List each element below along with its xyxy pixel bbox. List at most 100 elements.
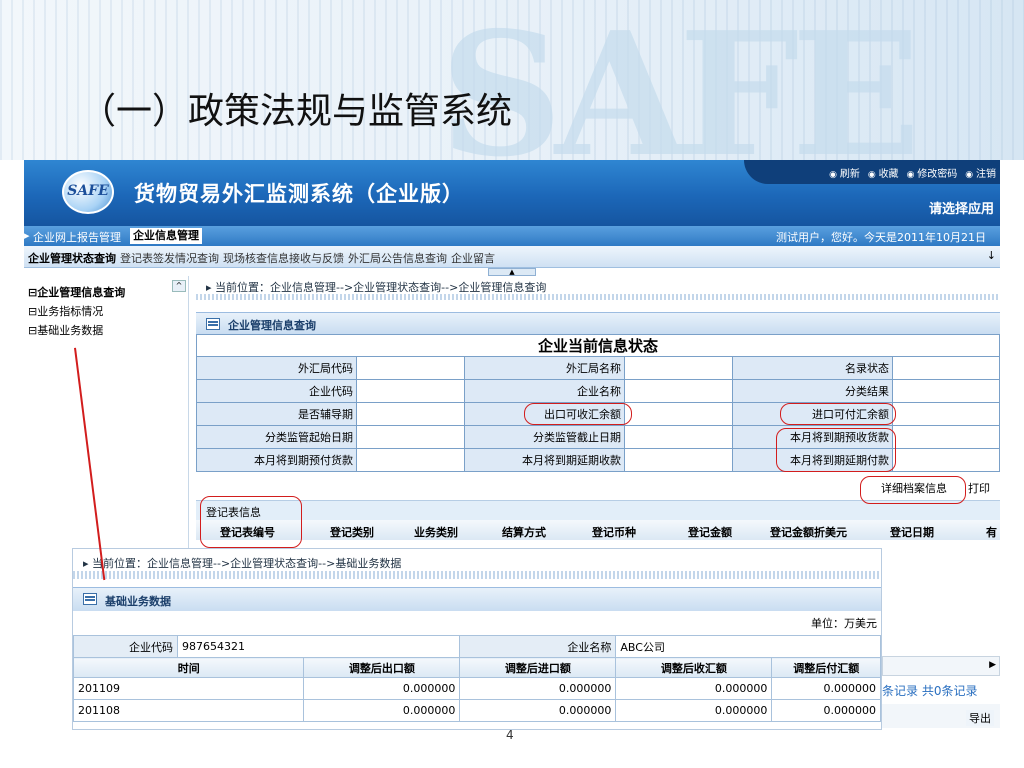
value-enterprise-code-2: 987654321 [176,635,461,658]
reg-col-amount-usd: 登记金额折美元 [770,526,847,539]
label-supervision-start: 分类监管起始日期 [196,425,357,449]
sidebar-scroll-up[interactable]: ^ [172,280,186,292]
label-bureau-name: 外汇局名称 [464,356,625,380]
overlay-panel-title: 基础业务数据 [105,595,171,608]
cell-adj-import: 0.000000 [459,677,617,700]
page-number: 4 [506,728,514,742]
tab-online-report[interactable]: 企业网上报告管理 [33,229,121,245]
label-deferred-receipt-due: 本月将到期延期收款 [464,448,625,472]
highlight-due-amounts [776,428,896,472]
cell-adj-export: 0.000000 [303,677,461,700]
user-greeting: 测试用户，您好。今天是2011年10月21日 [776,231,986,244]
cell-period: 201109 [72,677,305,700]
table-row: 201108 0.000000 0.000000 0.000000 0.0000… [72,699,881,722]
label-enterprise-code: 企业代码 [196,379,357,403]
label-supervision-end: 分类监管截止日期 [464,425,625,449]
highlight-registration [200,496,302,548]
download-arrow-icon[interactable]: ↓ [987,249,996,262]
tab-enterprise-info[interactable]: 企业信息管理 [130,228,202,244]
basic-data-screenshot: ▸ 当前位置：企业信息管理-->企业管理状态查询-->基础业务数据 基础业务数据… [72,548,882,730]
value-bureau-code [356,356,465,380]
top-links: 刷新 收藏 修改密码 注销 [829,165,996,180]
col-adj-receipt: 调整后收汇额 [615,657,773,678]
scroll-right-icon[interactable]: ▶ [989,660,996,670]
highlight-import-balance [780,403,896,425]
value-enterprise-name-2: ABC公司 [615,635,881,658]
reg-col-settlement: 结算方式 [502,526,546,539]
cell-adj-payment: 0.000000 [771,699,881,722]
app-banner: SAFE 货物贸易外汇监测系统（企业版） 刷新 收藏 修改密码 注销 请选择应用 [24,160,1000,226]
logout-link[interactable]: 注销 [965,165,996,180]
safe-logo-icon: SAFE [62,170,114,214]
value-advance-receipt-due [892,425,1000,449]
breadcrumb: ▸ 当前位置：企业信息管理-->企业管理状态查询-->企业管理信息查询 [206,281,547,294]
print-button[interactable]: 打印 [968,480,990,496]
cell-adj-export: 0.000000 [303,699,461,722]
value-classification [892,379,1000,403]
nav-arrow-icon: ▸ [24,229,30,242]
label-enterprise-name: 企业名称 [464,379,625,403]
collapse-handle[interactable]: ▲ [488,268,536,276]
slide-title: （一）政策法规与监管系统 [80,91,513,132]
reg-col-currency: 登记币种 [592,526,636,539]
value-bureau-name [624,356,733,380]
horizontal-scrollbar[interactable]: ▶ [882,656,1000,676]
value-guidance-period [356,402,465,426]
label-enterprise-name-2: 企业名称 [459,635,617,658]
cell-period: 201108 [72,699,305,722]
value-export-balance [624,402,733,426]
label-prepayment-due: 本月将到期预付货款 [196,448,357,472]
value-list-status [892,356,1000,380]
highlight-detail-button [860,476,966,504]
refresh-link[interactable]: 刷新 [829,165,860,180]
cell-adj-import: 0.000000 [459,699,617,722]
overlay-divider [73,571,881,579]
value-deferred-receipt-due [624,448,733,472]
panel-title: 企业管理信息查询 [228,319,316,332]
logo-text: SAFE [67,183,109,199]
cell-adj-receipt: 0.000000 [615,699,773,722]
sidebar-item-basic-data[interactable]: ⊟基础业务数据 [28,322,103,338]
col-adj-export: 调整后出口额 [303,657,461,678]
cell-adj-payment: 0.000000 [771,677,881,700]
reg-col-date: 登记日期 [890,526,934,539]
value-enterprise-name [624,379,733,403]
subnav-message[interactable]: 企业留言 [451,250,495,266]
basic-data-table: 企业代码 987654321 企业名称 ABC公司 时间 调整后出口额 调整后进… [72,635,881,722]
label-enterprise-code-2: 企业代码 [73,635,178,658]
value-supervision-start [356,425,465,449]
label-guidance-period: 是否辅导期 [196,402,357,426]
label-classification: 分类结果 [732,379,893,403]
change-password-link[interactable]: 修改密码 [907,165,957,180]
export-button[interactable]: 导出 [966,710,994,726]
primary-nav: ▸ 企业网上报告管理 企业信息管理 测试用户，您好。今天是2011年10月21日 [24,226,1000,246]
sidebar-item-enterprise-info[interactable]: ⊟企业管理信息查询 [28,284,125,300]
slide: SAFE （一）政策法规与监管系统 SAFE 货物贸易外汇监测系统（企业版） 刷… [0,0,1024,768]
value-deferred-payment-due [892,448,1000,472]
reg-col-more: 有 [986,526,997,539]
reg-col-business-type: 业务类别 [414,526,458,539]
subnav-onsite-check[interactable]: 现场核查信息接收与反馈 [223,250,344,266]
subnav-registration[interactable]: 登记表签发情况查询 [120,250,219,266]
label-bureau-code: 外汇局代码 [196,356,357,380]
value-enterprise-code [356,379,465,403]
favorite-link[interactable]: 收藏 [868,165,899,180]
reg-col-amount: 登记金额 [688,526,732,539]
subnav-status-query[interactable]: 企业管理状态查询 [28,250,116,266]
col-period: 时间 [72,657,305,678]
sidebar-item-indicators[interactable]: ⊟业务指标情况 [28,303,103,319]
col-adj-payment: 调整后付汇额 [771,657,881,678]
breadcrumb-divider [196,294,1000,300]
col-adj-import: 调整后进口额 [459,657,617,678]
secondary-nav: 企业管理状态查询 登记表签发情况查询 现场核查信息接收与反馈 外汇局公告信息查询… [24,246,1000,268]
select-app-link[interactable]: 请选择应用 [929,198,994,217]
value-prepayment-due [356,448,465,472]
unit-label: 单位：万美元 [811,617,877,630]
panel-header: 企业管理信息查询 [196,312,1000,334]
system-title: 货物贸易外汇监测系统（企业版） [134,182,464,206]
status-table-caption: 企业当前信息状态 [196,334,1000,357]
overlay-panel-icon [83,593,97,605]
subnav-announcement[interactable]: 外汇局公告信息查询 [348,250,447,266]
value-import-balance [892,402,1000,426]
label-list-status: 名录状态 [732,356,893,380]
